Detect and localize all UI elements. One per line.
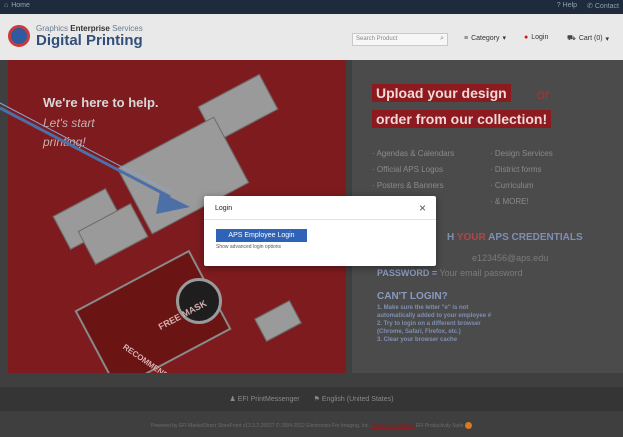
dialog-divider [204, 219, 436, 220]
aps-employee-login-button[interactable]: APS Employee Login [216, 229, 307, 242]
arrow-highlight [0, 102, 171, 193]
login-dialog: Login × APS Employee Login Show advanced… [204, 196, 436, 266]
arrow-shaft [0, 106, 171, 199]
dialog-title: Login [215, 205, 233, 212]
advanced-login-link[interactable]: Show advanced login options [216, 244, 281, 250]
arrow-head [156, 192, 190, 214]
close-icon[interactable]: × [419, 202, 426, 214]
